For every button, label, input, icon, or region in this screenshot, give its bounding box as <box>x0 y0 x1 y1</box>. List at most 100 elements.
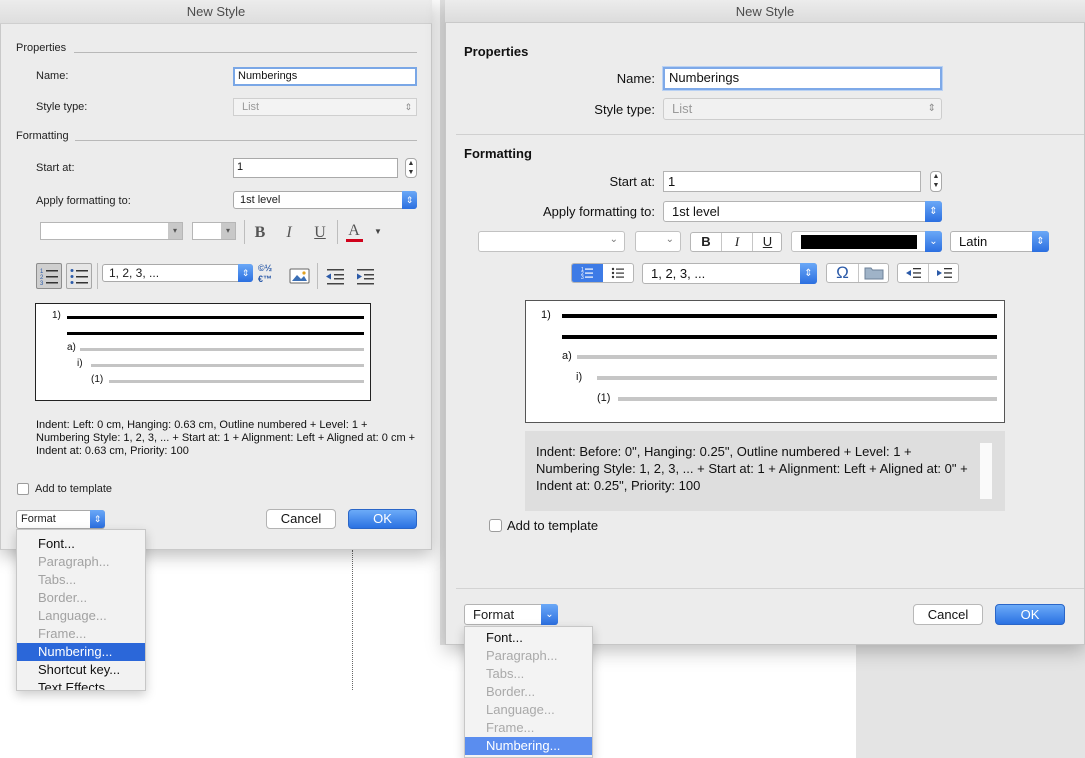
window-title: New Style <box>0 0 432 24</box>
apply-formatting-label: Apply formatting to: <box>543 204 655 219</box>
menu-item-shortcut-key[interactable]: Shortcut key... <box>17 661 145 679</box>
toolbar-separator <box>97 263 98 289</box>
style-type-select[interactable]: List ⇕ <box>233 98 417 116</box>
preview-level-2-number: a) <box>67 342 76 353</box>
dropdown-arrow-icon: ▾ <box>168 223 182 239</box>
increase-indent-button[interactable] <box>929 264 959 282</box>
chevron-down-icon: ⌄ <box>665 234 674 245</box>
insert-symbol-button[interactable]: Ω <box>827 264 858 282</box>
preview-line <box>91 364 364 367</box>
apply-formatting-select[interactable]: 1st level ⇕ <box>663 201 942 222</box>
bulleted-list-icon <box>70 269 88 284</box>
picture-bullet-button[interactable] <box>289 267 311 285</box>
picture-bullet-button[interactable] <box>860 265 888 281</box>
style-type-value: List <box>242 101 260 113</box>
chevron-down-icon: ⌄ <box>925 231 942 252</box>
apply-formatting-value: 1st level <box>240 194 281 206</box>
bulleted-list-button[interactable] <box>66 263 92 289</box>
format-menu-button[interactable]: Format ⇕ <box>16 510 105 529</box>
decrease-indent-icon <box>326 269 344 285</box>
font-name-dropdown[interactable]: ⌄ <box>478 231 625 252</box>
style-preview: 1) a) i) (1) <box>525 300 1005 423</box>
toolbar-separator <box>317 263 318 289</box>
italic-button[interactable]: I <box>278 222 300 244</box>
menu-item-numbering[interactable]: Numbering... <box>465 737 592 755</box>
updown-arrows-icon: ⇕ <box>238 264 253 282</box>
preview-line <box>67 332 364 335</box>
updown-arrows-icon: ⇕ <box>800 263 817 284</box>
apply-formatting-value: 1st level <box>672 204 720 219</box>
format-menu-button[interactable]: Format ⌄ <box>464 604 558 625</box>
ok-button[interactable]: OK <box>995 604 1065 625</box>
name-input[interactable]: Numberings <box>663 67 942 90</box>
font-size-dropdown[interactable]: ▾ <box>192 222 236 240</box>
updown-arrows-icon: ⇕ <box>925 201 942 222</box>
increase-indent-icon <box>937 268 952 278</box>
decrease-indent-button[interactable] <box>324 266 346 286</box>
numbered-list-button[interactable]: 123 <box>36 263 62 289</box>
description-scrollbar[interactable] <box>980 443 992 499</box>
apply-formatting-select[interactable]: 1st level ⇕ <box>233 191 417 209</box>
script-select[interactable]: Latin ⇕ <box>950 231 1049 252</box>
add-to-template-checkbox[interactable] <box>489 519 502 532</box>
font-size-dropdown[interactable]: ⌄ <box>635 231 681 252</box>
style-preview: 1) a) i) (1) <box>35 303 371 401</box>
number-style-value: 1, 2, 3, ... <box>109 266 160 280</box>
start-at-input[interactable]: 1 <box>663 171 921 192</box>
formatting-divider <box>75 140 417 141</box>
menu-item-language: Language... <box>38 608 107 623</box>
font-name-dropdown[interactable]: ▾ <box>40 222 183 240</box>
updown-arrows-icon: ⇕ <box>404 102 412 112</box>
add-to-template-checkbox[interactable] <box>17 483 29 495</box>
bulleted-list-button[interactable] <box>603 264 634 282</box>
style-description: Indent: Before: 0", Hanging: 0.25", Outl… <box>536 444 968 493</box>
start-at-input[interactable]: 1 <box>233 158 398 178</box>
underline-button[interactable]: U <box>753 233 782 251</box>
bold-button[interactable]: B <box>249 222 271 244</box>
font-color-arrow-icon[interactable]: ▼ <box>374 227 382 236</box>
increase-indent-icon <box>357 269 374 285</box>
font-color-swatch <box>801 235 917 249</box>
menu-item-font[interactable]: Font... <box>17 535 145 553</box>
number-style-select[interactable]: 1, 2, 3, ... ⇕ <box>102 264 253 282</box>
cancel-button[interactable]: Cancel <box>266 509 336 529</box>
name-input[interactable]: Numberings <box>233 67 417 86</box>
menu-item-font[interactable]: Font... <box>465 629 592 647</box>
toolbar-separator <box>337 220 338 244</box>
preview-line <box>618 397 997 401</box>
increase-indent-button[interactable] <box>354 266 376 286</box>
preview-line <box>109 380 364 383</box>
underline-button[interactable]: U <box>309 222 331 244</box>
menu-item-border: Border... <box>486 684 536 699</box>
preview-level-4-number: (1) <box>91 374 104 385</box>
start-at-stepper[interactable]: ▲ ▼ <box>930 171 942 192</box>
number-style-value: 1, 2, 3, ... <box>651 266 706 281</box>
menu-item-numbering[interactable]: Numbering... <box>17 643 145 661</box>
chevron-down-icon: ⌄ <box>541 604 558 625</box>
start-at-label: Start at: <box>609 174 655 189</box>
updown-arrows-icon: ⇕ <box>402 191 417 209</box>
decrease-indent-icon <box>906 268 921 278</box>
number-style-select[interactable]: 1, 2, 3, ... ⇕ <box>642 263 817 284</box>
insert-symbol-button[interactable]: ©½€™ <box>258 263 284 289</box>
numbered-list-button[interactable]: 123 <box>572 264 603 282</box>
bold-button[interactable]: B <box>691 233 721 251</box>
font-color-button[interactable]: A <box>343 222 365 244</box>
updown-arrows-icon: ⇕ <box>1032 231 1049 252</box>
folder-icon <box>864 267 884 280</box>
text-style-segmented-control: B I U <box>690 232 782 252</box>
menu-item-frame: Frame... <box>38 626 87 641</box>
start-at-stepper[interactable]: ▲ ▼ <box>405 158 417 178</box>
add-to-template-label: Add to template <box>507 518 599 533</box>
updown-arrows-icon: ⇕ <box>927 103 936 114</box>
ok-button[interactable]: OK <box>348 509 417 529</box>
menu-item-text-effects[interactable]: Text Effects... <box>17 679 145 690</box>
style-type-label: Style type: <box>36 101 88 113</box>
italic-button[interactable]: I <box>722 233 752 251</box>
style-type-select[interactable]: List ⇕ <box>663 98 942 120</box>
window-title: New Style <box>445 0 1085 23</box>
apply-formatting-label: Apply formatting to: <box>36 195 131 207</box>
special-characters-icon: ©½€™ <box>258 263 273 284</box>
decrease-indent-button[interactable] <box>898 264 928 282</box>
cancel-button[interactable]: Cancel <box>913 604 983 625</box>
